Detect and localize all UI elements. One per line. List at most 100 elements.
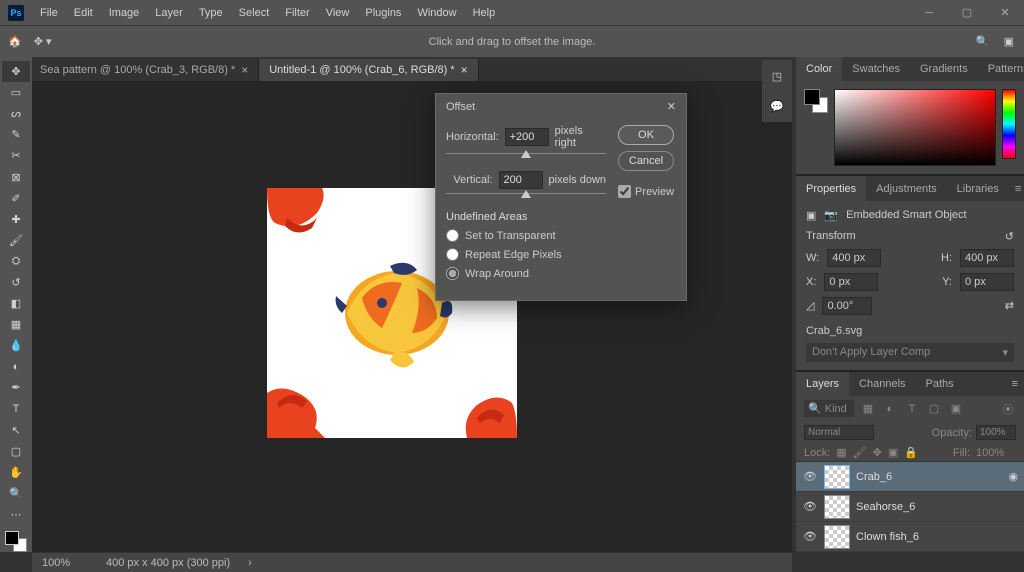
filter-adjust-icon[interactable]: ◐ bbox=[882, 403, 898, 415]
tab-paths[interactable]: Paths bbox=[916, 372, 964, 396]
marquee-tool[interactable]: ▭ bbox=[2, 82, 30, 103]
menu-file[interactable]: File bbox=[32, 0, 66, 25]
vertical-slider[interactable] bbox=[446, 193, 606, 203]
menu-window[interactable]: Window bbox=[409, 0, 464, 25]
preview-checkbox[interactable]: Preview bbox=[618, 185, 674, 198]
tab-properties[interactable]: Properties bbox=[796, 176, 866, 200]
menu-help[interactable]: Help bbox=[465, 0, 504, 25]
menu-select[interactable]: Select bbox=[231, 0, 278, 25]
chevron-right-icon[interactable]: › bbox=[248, 557, 252, 569]
pen-tool[interactable]: ✒ bbox=[2, 377, 30, 398]
close-icon[interactable]: ✕ bbox=[667, 100, 676, 113]
history-panel-icon[interactable]: ◳ bbox=[765, 64, 789, 88]
filter-toggle[interactable]: ⦿ bbox=[1000, 401, 1016, 417]
gradient-tool[interactable]: ▦ bbox=[2, 314, 30, 335]
layer-name[interactable]: Seahorse_6 bbox=[856, 501, 915, 513]
quick-select-tool[interactable]: ✎ bbox=[2, 124, 30, 145]
ok-button[interactable]: OK bbox=[618, 125, 674, 145]
layer-name[interactable]: Crab_6 bbox=[856, 471, 892, 483]
visibility-toggle[interactable]: 👁 bbox=[802, 470, 818, 483]
y-field[interactable] bbox=[960, 273, 1014, 291]
radio-wrap-around[interactable]: Wrap Around bbox=[446, 267, 606, 280]
comments-panel-icon[interactable]: 💬 bbox=[765, 94, 789, 118]
brush-tool[interactable]: 🖌 bbox=[2, 230, 30, 251]
color-swatch-panel[interactable] bbox=[804, 89, 828, 113]
rectangle-tool[interactable]: ▢ bbox=[2, 441, 30, 462]
search-icon[interactable]: 🔍 bbox=[976, 35, 990, 48]
tab-sea-pattern[interactable]: Sea pattern @ 100% (Crab_3, RGB/8) *× bbox=[30, 59, 259, 81]
dodge-tool[interactable]: ◐ bbox=[2, 356, 30, 377]
tab-patterns[interactable]: Patterns bbox=[978, 57, 1024, 81]
tab-adjustments[interactable]: Adjustments bbox=[866, 176, 947, 200]
frame-tool[interactable]: ⊠ bbox=[2, 166, 30, 187]
horizontal-slider[interactable] bbox=[446, 153, 606, 163]
tab-libraries[interactable]: Libraries bbox=[947, 176, 1009, 200]
blend-mode-dropdown[interactable]: Normal bbox=[804, 425, 874, 440]
menu-view[interactable]: View bbox=[318, 0, 358, 25]
eraser-tool[interactable]: ◧ bbox=[2, 293, 30, 314]
blur-tool[interactable]: 💧 bbox=[2, 335, 30, 356]
fill-field[interactable]: 100% bbox=[976, 447, 1016, 459]
move-tool-options-icon[interactable]: ✥ ▾ bbox=[34, 35, 52, 48]
maximize-button[interactable]: ▢ bbox=[948, 0, 986, 25]
layer-row[interactable]: 👁 Crab_6 ◉ bbox=[796, 462, 1024, 492]
angle-field[interactable] bbox=[822, 297, 872, 315]
tab-gradients[interactable]: Gradients bbox=[910, 57, 978, 81]
lock-transparent-icon[interactable]: ▦ bbox=[836, 446, 846, 459]
color-picker-field[interactable] bbox=[834, 89, 996, 166]
filter-smart-icon[interactable]: ▣ bbox=[948, 402, 964, 415]
tab-channels[interactable]: Channels bbox=[849, 372, 915, 396]
filter-shape-icon[interactable]: ▢ bbox=[926, 402, 942, 415]
filter-kind-dropdown[interactable]: 🔍 Kind bbox=[804, 400, 854, 417]
path-select-tool[interactable]: ↖ bbox=[2, 420, 30, 441]
menu-plugins[interactable]: Plugins bbox=[357, 0, 409, 25]
height-field[interactable] bbox=[960, 249, 1014, 267]
menu-type[interactable]: Type bbox=[191, 0, 231, 25]
close-icon[interactable]: × bbox=[461, 63, 468, 77]
width-field[interactable] bbox=[827, 249, 881, 267]
menu-image[interactable]: Image bbox=[101, 0, 148, 25]
history-brush-tool[interactable]: ↺ bbox=[2, 272, 30, 293]
close-window-button[interactable]: ✕ bbox=[986, 0, 1024, 25]
minimize-button[interactable]: ─ bbox=[910, 0, 948, 25]
filter-pixel-icon[interactable]: ▦ bbox=[860, 402, 876, 415]
eyedropper-tool[interactable]: ✐ bbox=[2, 188, 30, 209]
healing-brush-tool[interactable]: ✚ bbox=[2, 209, 30, 230]
visibility-toggle[interactable]: 👁 bbox=[802, 530, 818, 543]
lock-position-icon[interactable]: ✥ bbox=[873, 446, 882, 459]
layer-row[interactable]: 👁 Seahorse_6 bbox=[796, 492, 1024, 522]
lock-all-icon[interactable]: 🔒 bbox=[904, 446, 918, 459]
tab-layers[interactable]: Layers bbox=[796, 372, 849, 396]
zoom-level[interactable]: 100% bbox=[42, 557, 88, 569]
clone-stamp-tool[interactable]: ⛭ bbox=[2, 251, 30, 272]
home-icon[interactable]: 🏠 bbox=[8, 35, 22, 48]
crop-tool[interactable]: ✂ bbox=[2, 145, 30, 166]
workspace-icon[interactable]: ▣ bbox=[1004, 35, 1014, 48]
flip-horizontal-icon[interactable]: ⇄ bbox=[1005, 299, 1014, 312]
radio-repeat-edge[interactable]: Repeat Edge Pixels bbox=[446, 248, 606, 261]
layer-thumbnail[interactable] bbox=[824, 495, 850, 519]
tab-color[interactable]: Color bbox=[796, 57, 842, 81]
radio-transparent[interactable]: Set to Transparent bbox=[446, 229, 606, 242]
layer-row[interactable]: 👁 Clown fish_6 bbox=[796, 522, 1024, 552]
filter-type-icon[interactable]: T bbox=[904, 403, 920, 415]
zoom-tool[interactable]: 🔍 bbox=[2, 483, 30, 504]
lasso-tool[interactable]: ᔕ bbox=[2, 103, 30, 124]
menu-filter[interactable]: Filter bbox=[277, 0, 317, 25]
x-field[interactable] bbox=[824, 273, 878, 291]
tab-swatches[interactable]: Swatches bbox=[842, 57, 910, 81]
smart-filter-icon[interactable]: ◉ bbox=[1008, 470, 1018, 483]
panel-menu-icon[interactable]: ≡ bbox=[1009, 183, 1024, 195]
menu-edit[interactable]: Edit bbox=[66, 0, 101, 25]
panel-menu-icon[interactable]: ≡ bbox=[1006, 378, 1024, 390]
type-tool[interactable]: T bbox=[2, 399, 30, 420]
hand-tool[interactable]: ✋ bbox=[2, 462, 30, 483]
layer-thumbnail[interactable] bbox=[824, 465, 850, 489]
visibility-toggle[interactable]: 👁 bbox=[802, 500, 818, 513]
reset-icon[interactable]: ↺ bbox=[1005, 230, 1014, 243]
layer-comp-dropdown[interactable]: Don't Apply Layer Comp▾ bbox=[806, 343, 1014, 362]
menu-layer[interactable]: Layer bbox=[147, 0, 191, 25]
layer-thumbnail[interactable] bbox=[824, 525, 850, 549]
cancel-button[interactable]: Cancel bbox=[618, 151, 674, 171]
color-swatch[interactable] bbox=[5, 531, 27, 552]
